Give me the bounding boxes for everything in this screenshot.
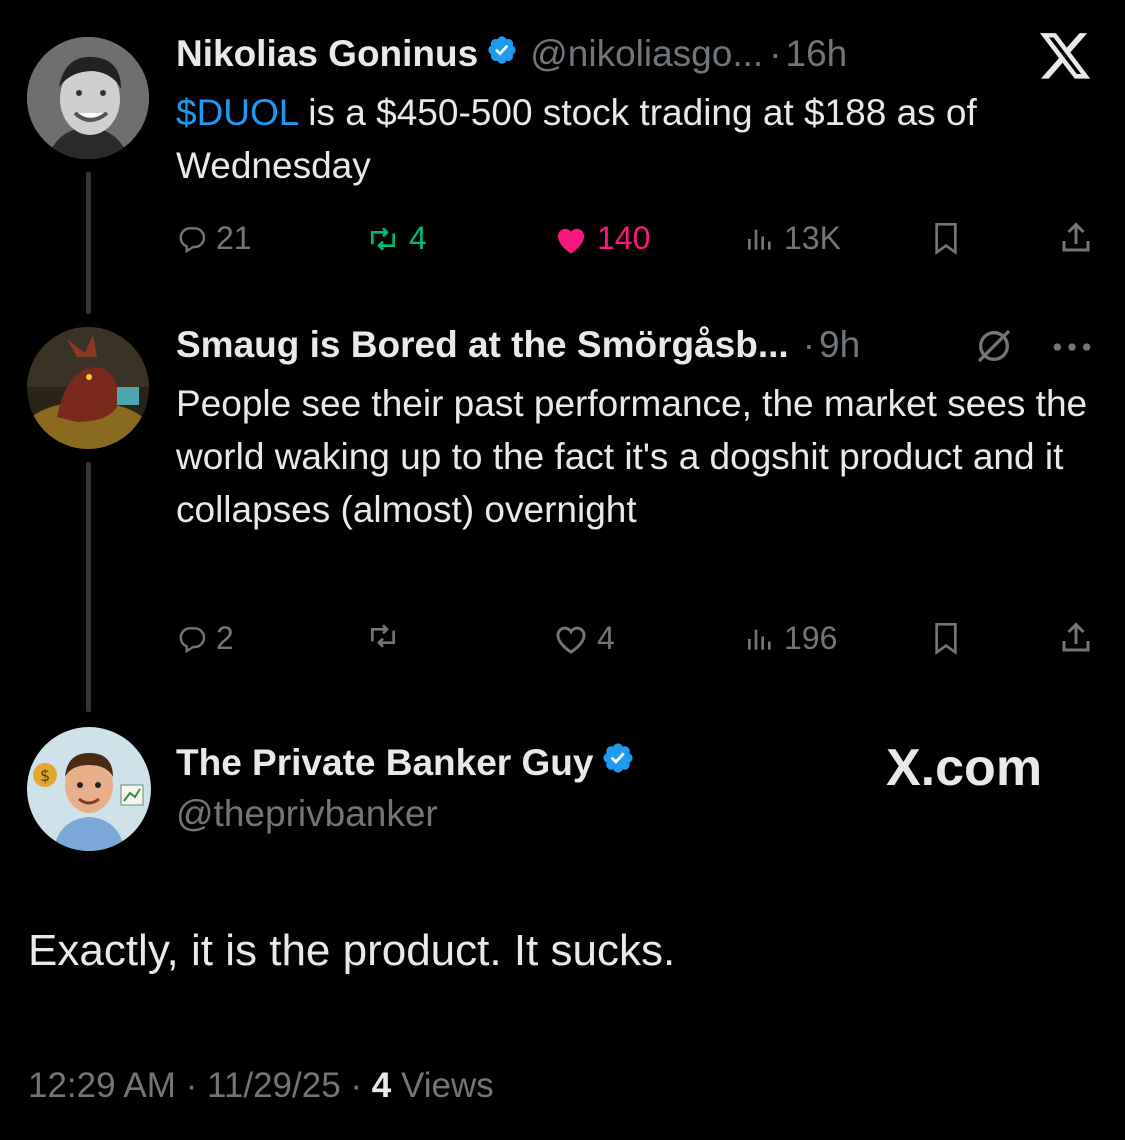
views-count: 196 [784,620,838,656]
post-time[interactable]: 12:29 AM [28,1066,176,1105]
separator-dot: · [185,1066,198,1105]
grok-icon[interactable] [972,326,1016,371]
tweet-header: Smaug is Bored at the Smörgåsb... · 9h [176,324,860,366]
cashtag-link[interactable]: $DUOL [176,92,298,133]
post-date[interactable]: 11/29/25 [207,1066,341,1105]
reply-button[interactable]: 21 [176,220,252,257]
avatar-nikolias[interactable] [27,37,149,159]
heart-filled-icon [553,223,589,255]
x-logo-icon [1040,33,1092,86]
heart-outline-icon [553,623,589,655]
author-handle[interactable]: @nikoliasgo... [530,33,763,75]
more-options-icon[interactable] [1050,332,1094,367]
retweet-icon [365,620,401,652]
reply-count: 2 [216,620,234,656]
verified-badge-icon [486,33,518,75]
avatar-smaug[interactable] [27,327,149,449]
person-portrait-image [27,37,149,159]
tweet-time[interactable]: 16h [786,33,848,75]
views-count: 13K [784,220,841,256]
x-com-watermark: X.com [886,739,1043,797]
share-icon[interactable] [1058,620,1094,661]
reply-icon [176,223,208,255]
tweet-text: People see their past performance, the m… [176,383,1088,530]
thread-connector-line [86,462,91,712]
reply-count: 21 [216,220,252,256]
separator-dot: · [769,33,782,74]
like-button[interactable]: 140 [553,220,650,257]
like-count: 4 [597,620,615,656]
views-button[interactable]: 13K [744,220,841,257]
bookmark-icon[interactable] [930,621,962,662]
views-button[interactable]: 196 [744,620,837,657]
retweet-button[interactable]: 4 [365,220,427,257]
post-text: Exactly, it is the product. It sucks. [28,926,676,975]
avatar-private-banker[interactable]: $ [27,727,151,851]
author-handle[interactable]: @theprivbanker [176,793,438,835]
analytics-icon [744,223,776,255]
bookmark-icon[interactable] [930,221,962,262]
retweet-count: 4 [409,220,427,256]
tweet-text: $DUOL is a $450-500 stock trading at $18… [176,86,1096,192]
like-button[interactable]: 4 [553,620,615,657]
author-name[interactable]: The Private Banker Guy [176,742,593,784]
share-icon[interactable] [1058,220,1094,261]
verified-badge-icon [601,741,635,784]
tweet-header: Nikolias Goninus @nikoliasgo... · 16h [176,33,847,75]
post-meta: 12:29 AM · 11/29/25 · 4 Views [28,1066,494,1106]
reply-icon [176,623,208,655]
reply-button[interactable]: 2 [176,620,234,657]
tweet-time[interactable]: 9h [819,324,860,366]
dragon-image [27,327,149,449]
views-number: 4 [371,1066,392,1105]
separator-dot: · [350,1066,363,1105]
author-name[interactable]: Nikolias Goninus [176,33,478,75]
analytics-icon [744,623,776,655]
separator-dot: · [802,324,816,365]
thread-connector-line [86,172,91,314]
retweet-icon [365,223,401,255]
views-label: Views [401,1066,494,1105]
post-header: The Private Banker Guy [176,741,635,784]
author-name[interactable]: Smaug is Bored at the Smörgåsb... [176,324,789,366]
svg-text:$: $ [40,766,50,785]
cartoon-banker-image: $ [27,727,151,851]
like-count: 140 [597,220,651,256]
retweet-button[interactable] [365,620,409,652]
